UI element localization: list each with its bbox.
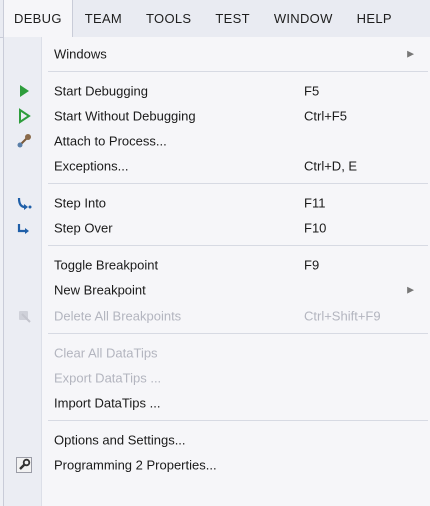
attach-process-icon	[16, 133, 32, 149]
menu-item-label: New Breakpoint	[54, 282, 146, 298]
menubar-item-debug[interactable]: DEBUG	[3, 0, 73, 38]
menu-item-label: Start Debugging	[54, 83, 148, 99]
menu-item-shortcut: F10	[304, 220, 327, 236]
submenu-arrow-icon: ▶	[407, 284, 414, 295]
menu-item-label: Start Without Debugging	[54, 108, 196, 124]
menu-item-shortcut: Ctrl+F5	[304, 108, 347, 124]
menu-separator	[48, 333, 428, 334]
menu-item-shortcut: F5	[304, 83, 320, 99]
menu-item-options-and-settings[interactable]: Options and Settings...	[4, 428, 428, 452]
menu-item-toggle-breakpoint[interactable]: Toggle Breakpoint F9	[4, 253, 428, 277]
menu-bar: DEBUG TEAM TOOLS TEST WINDOW HELP	[0, 0, 430, 38]
menu-separator	[48, 245, 428, 246]
menu-item-label: Import DataTips ...	[54, 395, 161, 411]
menubar-item-tools[interactable]: TOOLS	[134, 0, 203, 38]
menu-item-attach-to-process[interactable]: Attach to Process...	[4, 129, 428, 153]
menu-item-label: Exceptions...	[54, 158, 129, 174]
menu-item-exceptions[interactable]: Exceptions... Ctrl+D, E	[4, 154, 428, 178]
debug-menu-dropdown: Windows ▶ Start Debugging F5 Start Witho…	[3, 37, 430, 506]
wrench-icon	[16, 457, 32, 473]
menu-item-label: Clear All DataTips	[54, 345, 158, 361]
menu-item-export-datatips: Export DataTips ...	[4, 366, 428, 390]
menu-separator	[48, 183, 428, 184]
menu-item-delete-all-breakpoints: Delete All Breakpoints Ctrl+Shift+F9	[4, 304, 428, 328]
menu-item-new-breakpoint[interactable]: New Breakpoint ▶	[4, 278, 428, 302]
menu-item-label: Step Over	[54, 220, 113, 236]
menu-item-start-without-debugging[interactable]: Start Without Debugging Ctrl+F5	[4, 104, 428, 128]
menu-item-shortcut: F9	[304, 257, 320, 273]
menu-item-import-datatips[interactable]: Import DataTips ...	[4, 391, 428, 415]
start-debugging-icon	[16, 83, 32, 99]
menu-item-label: Export DataTips ...	[54, 370, 162, 386]
start-without-debugging-icon	[16, 108, 32, 124]
step-over-icon	[16, 220, 32, 236]
delete-breakpoints-icon	[16, 308, 32, 324]
menu-item-label: Delete All Breakpoints	[54, 308, 182, 324]
menu-item-step-into[interactable]: Step Into F11	[4, 191, 428, 215]
menu-item-label: Options and Settings...	[54, 432, 186, 448]
menu-separator	[48, 420, 428, 421]
menu-item-shortcut: Ctrl+D, E	[304, 158, 358, 174]
menu-separator	[48, 71, 428, 72]
menu-item-label: Toggle Breakpoint	[54, 257, 159, 273]
menu-item-shortcut: F11	[304, 195, 326, 211]
menu-item-shortcut: Ctrl+Shift+F9	[304, 308, 381, 324]
menu-item-start-debugging[interactable]: Start Debugging F5	[4, 79, 428, 103]
menubar-item-team[interactable]: TEAM	[73, 0, 134, 38]
menubar-item-test[interactable]: TEST	[203, 0, 261, 38]
menu-item-label: Step Into	[54, 195, 107, 211]
step-into-icon	[16, 195, 32, 211]
submenu-arrow-icon: ▶	[407, 48, 414, 59]
menubar-item-help[interactable]: HELP	[345, 0, 404, 38]
menubar-item-window[interactable]: WINDOW	[262, 0, 345, 38]
menu-item-windows[interactable]: Windows ▶	[4, 42, 428, 66]
menu-item-label: Windows	[54, 46, 107, 62]
menu-item-project-properties[interactable]: Programming 2 Properties...	[4, 453, 428, 477]
menu-item-clear-all-datatips: Clear All DataTips	[4, 341, 428, 365]
menu-item-label: Programming 2 Properties...	[54, 457, 217, 473]
menu-item-label: Attach to Process...	[54, 133, 167, 149]
menu-item-step-over[interactable]: Step Over F10	[4, 216, 428, 240]
